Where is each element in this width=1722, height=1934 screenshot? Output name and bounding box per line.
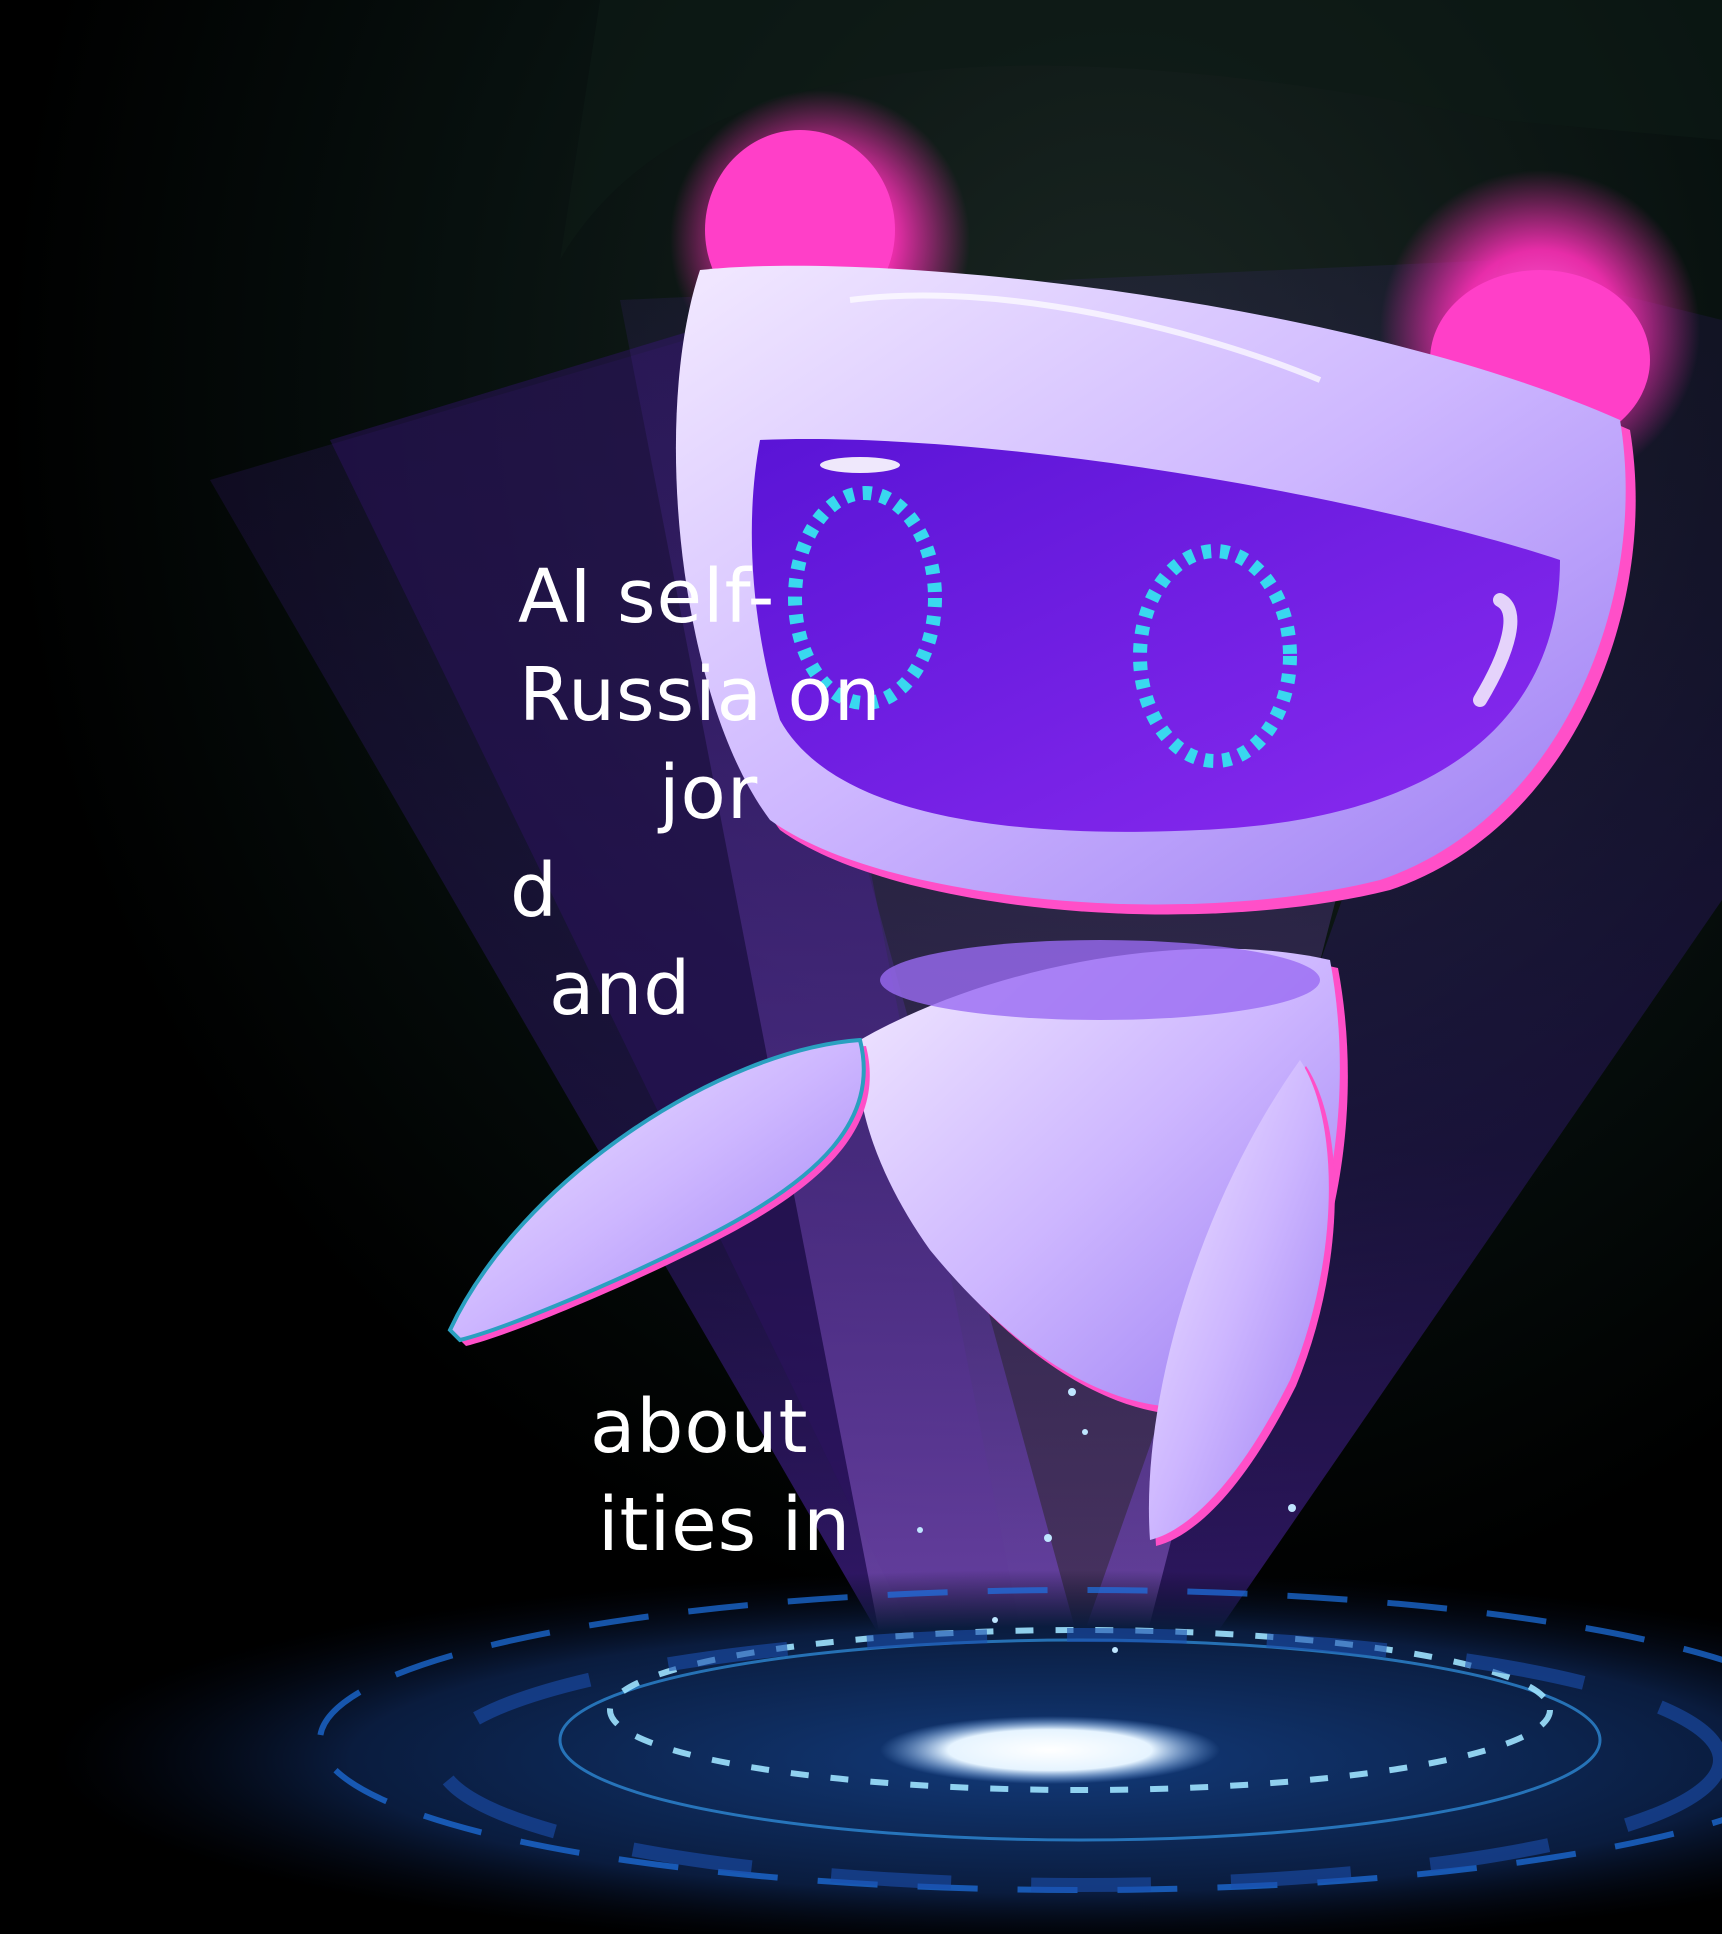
text-line: jor	[659, 750, 759, 836]
text-line: ities in	[598, 1482, 852, 1568]
text-paragraph-top: AI self- Russia on jor d and	[0, 548, 882, 1038]
text-line: AI self-	[518, 554, 776, 640]
text-paragraph-bottom: about ities in	[0, 1378, 851, 1574]
text-line: d	[510, 848, 558, 934]
text-line: about	[590, 1384, 809, 1470]
text-line: and	[549, 946, 692, 1032]
text-line: Russia on	[519, 652, 882, 738]
